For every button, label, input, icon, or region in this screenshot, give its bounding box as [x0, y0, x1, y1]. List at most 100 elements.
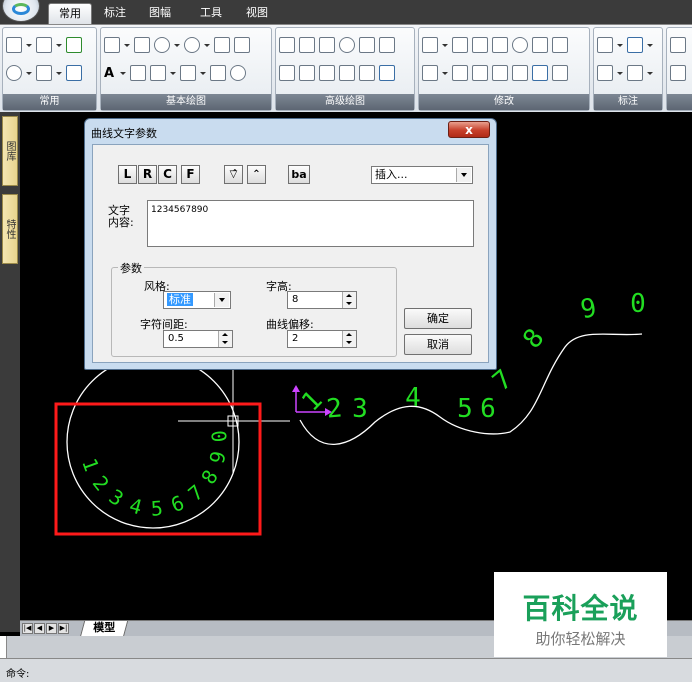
tab-home[interactable]: 常用 [48, 3, 92, 24]
screen-icon[interactable] [66, 65, 82, 81]
application-menu-button[interactable] [2, 0, 40, 22]
chevron-down-icon[interactable] [26, 37, 32, 53]
align-center-button[interactable]: C [158, 165, 177, 184]
table-icon[interactable] [180, 65, 196, 81]
height-stepper[interactable]: 8 [287, 291, 357, 309]
select-icon[interactable] [422, 65, 438, 81]
parallel-line-icon[interactable] [134, 37, 150, 53]
polygon-icon[interactable] [359, 37, 375, 53]
chevron-down-icon[interactable] [174, 37, 180, 53]
close-button[interactable]: x [448, 121, 490, 138]
text-icon[interactable]: A [104, 66, 116, 81]
pan-icon[interactable] [36, 65, 52, 81]
flip-up-button[interactable]: ▽̂ [224, 165, 243, 184]
ellipse-icon[interactable] [230, 65, 246, 81]
chevron-down-icon[interactable] [170, 65, 176, 81]
break-line-icon[interactable] [319, 65, 335, 81]
open-icon[interactable] [36, 37, 52, 53]
chevron-down-icon[interactable] [617, 37, 623, 53]
chevron-down-icon[interactable] [56, 65, 62, 81]
angle-icon[interactable] [319, 37, 335, 53]
spin-arrows-icon[interactable] [342, 292, 356, 308]
user-icon[interactable] [379, 37, 395, 53]
rotate-icon[interactable] [512, 37, 528, 53]
first-tab-icon[interactable]: |◀ [22, 623, 33, 634]
chevron-down-icon[interactable] [124, 37, 130, 53]
chevron-down-icon[interactable] [204, 37, 210, 53]
tolerance-icon[interactable] [597, 65, 613, 81]
dot-icon[interactable] [299, 37, 315, 53]
copy-icon[interactable] [472, 37, 488, 53]
centerline-icon[interactable] [130, 65, 146, 81]
zoom-icon[interactable] [6, 65, 22, 81]
ellipse-arc-icon[interactable] [339, 37, 355, 53]
point-icon[interactable] [210, 65, 226, 81]
move-icon[interactable] [452, 37, 468, 53]
style-select[interactable]: 标准 [163, 291, 231, 309]
block-icon[interactable] [379, 65, 395, 81]
extend-icon[interactable] [472, 65, 488, 81]
eraser-icon[interactable] [422, 37, 438, 53]
trim-icon[interactable] [452, 65, 468, 81]
chevron-down-icon[interactable] [214, 293, 229, 307]
tab-view[interactable]: 视图 [240, 3, 274, 23]
cancel-button[interactable]: 取消 [404, 334, 472, 355]
side-tab-library[interactable]: 图库 [2, 116, 18, 186]
content-textarea[interactable]: 1234567890 [147, 200, 474, 247]
arrow-icon[interactable] [339, 65, 355, 81]
spline-icon[interactable] [279, 37, 295, 53]
chevron-down-icon[interactable] [647, 37, 653, 53]
chevron-down-icon[interactable] [200, 65, 206, 81]
chevron-down-icon[interactable] [56, 37, 62, 53]
tab-tools[interactable]: 工具 [194, 3, 228, 23]
polyline-icon[interactable] [234, 37, 250, 53]
tab-dimension[interactable]: 标注 [98, 3, 132, 23]
array-icon[interactable] [532, 37, 548, 53]
mirror-icon[interactable] [492, 37, 508, 53]
gear-icon[interactable] [279, 65, 295, 81]
tab-model[interactable]: 模型 [79, 621, 129, 637]
next-tab-icon[interactable]: ▶ [46, 623, 57, 634]
circle-icon[interactable] [154, 37, 170, 53]
dim-style-icon[interactable] [627, 37, 643, 53]
rectangle-icon[interactable] [214, 37, 230, 53]
command-grip[interactable] [0, 636, 7, 658]
chevron-down-icon[interactable] [120, 65, 126, 81]
hatch-icon[interactable] [150, 65, 166, 81]
align-right-button[interactable]: R [138, 165, 157, 184]
side-tab-properties[interactable]: 特性 [2, 194, 18, 264]
chevron-down-icon[interactable] [26, 65, 32, 81]
stretch-icon[interactable] [552, 37, 568, 53]
fillet-icon[interactable] [492, 65, 508, 81]
spring-icon[interactable] [359, 65, 375, 81]
prev-tab-icon[interactable]: ◀ [34, 623, 45, 634]
chevron-down-icon[interactable] [647, 65, 653, 81]
spin-arrows-icon[interactable] [218, 331, 232, 347]
wave-icon[interactable] [299, 65, 315, 81]
refresh-icon[interactable] [66, 37, 82, 53]
reverse-text-button[interactable]: ba [288, 165, 310, 184]
offset-icon[interactable] [532, 65, 548, 81]
lines-icon[interactable] [670, 65, 686, 81]
line-icon[interactable] [104, 37, 120, 53]
arc-icon[interactable] [184, 37, 200, 53]
insert-select[interactable]: 插入... [371, 166, 473, 184]
chevron-down-icon[interactable] [442, 37, 448, 53]
last-tab-icon[interactable]: ▶| [58, 623, 69, 634]
dimension-icon[interactable] [597, 37, 613, 53]
flip-down-button[interactable]: ⌃ [247, 165, 266, 184]
align-left-button[interactable]: L [118, 165, 137, 184]
leader-icon[interactable] [627, 65, 643, 81]
command-line[interactable] [0, 658, 692, 682]
layer-icon[interactable] [670, 37, 686, 53]
tab-frame[interactable]: 图幅 [143, 3, 177, 23]
offset-stepper[interactable]: 2 [287, 330, 357, 348]
chevron-down-icon[interactable] [617, 65, 623, 81]
spacing-stepper[interactable]: 0.5 [163, 330, 233, 348]
ok-button[interactable]: 确定 [404, 308, 472, 329]
chamfer-icon[interactable] [512, 65, 528, 81]
explode-icon[interactable] [552, 65, 568, 81]
new-icon[interactable] [6, 37, 22, 53]
align-fit-button[interactable]: F [181, 165, 200, 184]
chevron-down-icon[interactable] [442, 65, 448, 81]
